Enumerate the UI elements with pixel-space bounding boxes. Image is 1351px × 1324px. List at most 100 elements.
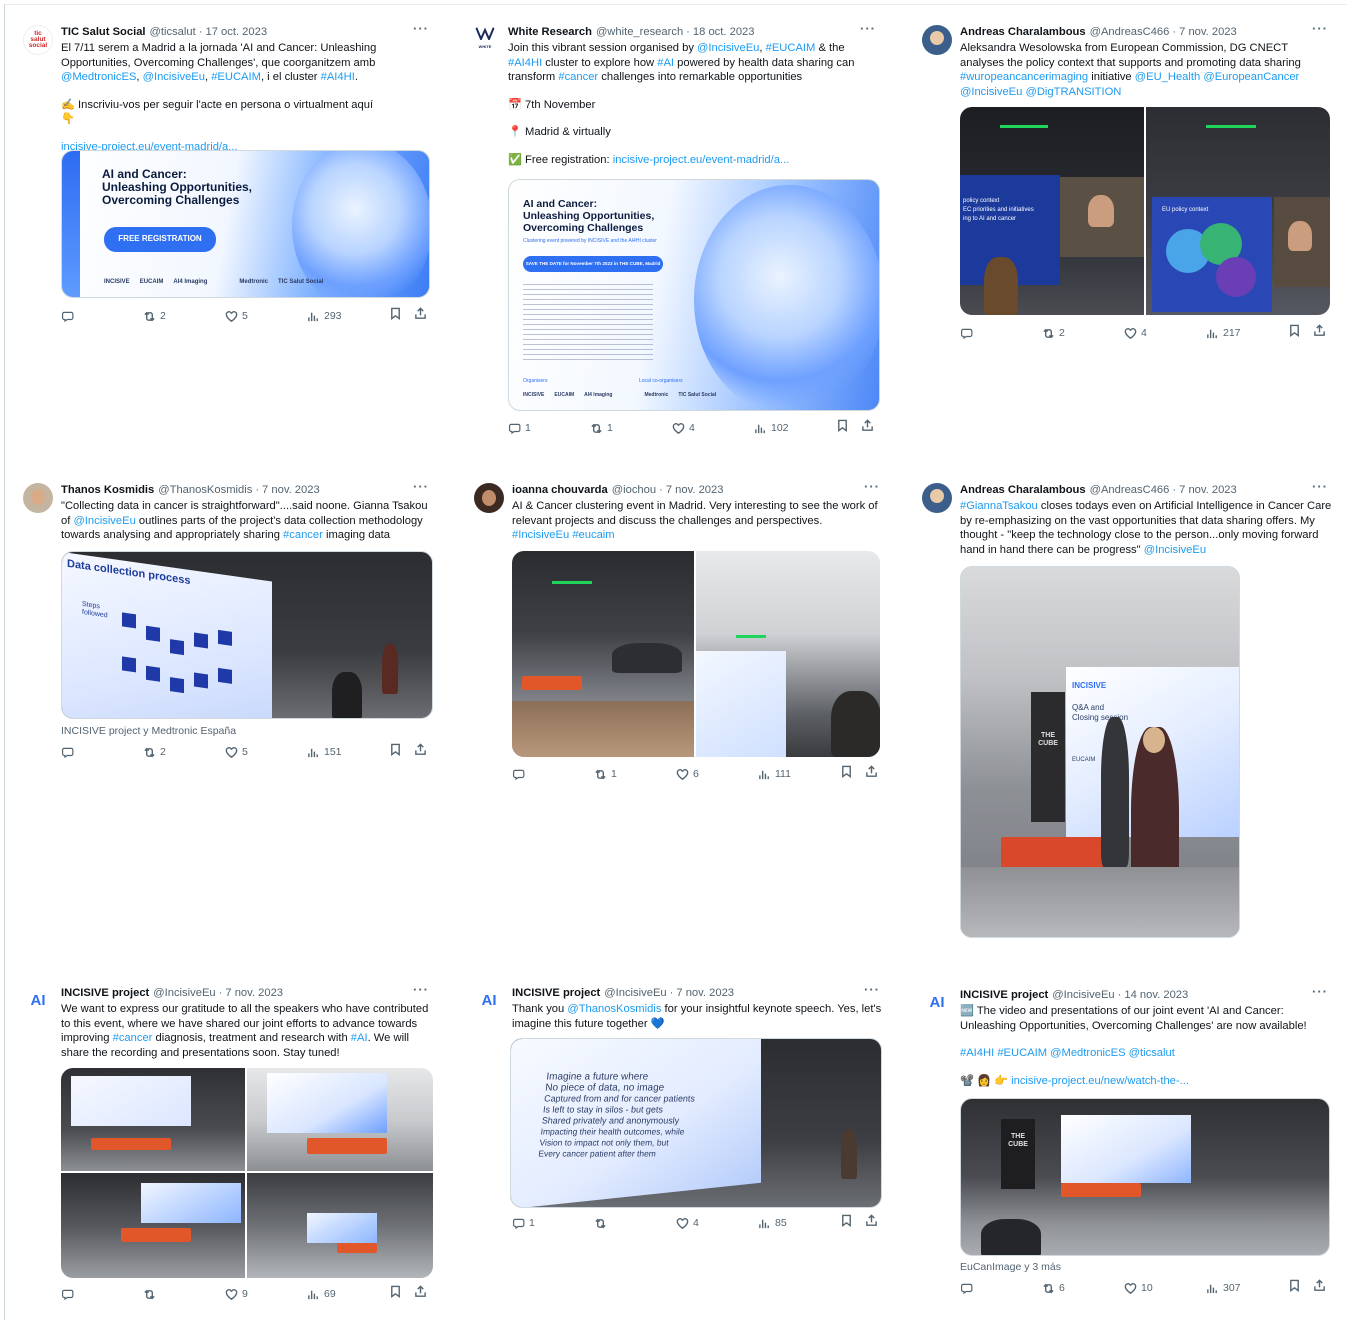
photo-grid[interactable]: [61, 1068, 433, 1278]
avatar[interactable]: [922, 483, 952, 513]
inline-link[interactable]: @IncisiveEu: [143, 71, 205, 83]
inline-link[interactable]: @MedtronicES: [61, 71, 136, 83]
avatar[interactable]: AI: [23, 986, 53, 1016]
reply-button[interactable]: [61, 310, 143, 323]
tweet-incisive-gratitude[interactable]: AI INCISIVE project @IncisiveEu · 7 nov.…: [23, 982, 433, 1306]
avatar[interactable]: AI: [922, 988, 952, 1018]
reply-button[interactable]: 1: [512, 1216, 594, 1231]
more-icon[interactable]: ···: [1312, 21, 1328, 37]
photo-tags-caption[interactable]: INCISIVE project y Medtronic España: [61, 724, 236, 739]
inline-link[interactable]: #cancer: [113, 1032, 153, 1044]
tweet-andreas-policy[interactable]: Andreas Charalambous @AndreasC466 · 7 no…: [922, 21, 1332, 345]
bookmark-button[interactable]: [389, 307, 402, 325]
inline-link[interactable]: #AI4HI: [960, 1047, 994, 1059]
inline-link[interactable]: @EU_Health: [1135, 71, 1200, 83]
reply-button[interactable]: [61, 746, 143, 759]
conference-photo-left[interactable]: [512, 551, 694, 757]
photo-tags-caption[interactable]: EuCanImage y 3 más: [960, 1260, 1061, 1275]
author-handle[interactable]: @ThanosKosmidis: [158, 483, 252, 498]
inline-link[interactable]: #AI4HI: [508, 57, 542, 69]
bookmark-button[interactable]: [389, 743, 402, 761]
more-icon[interactable]: ···: [864, 982, 880, 998]
conference-photo[interactable]: Imagine a future where No piece of data,…: [510, 1038, 882, 1208]
inline-link[interactable]: #AI: [351, 1032, 368, 1044]
author-handle[interactable]: @IncisiveEu: [153, 986, 215, 1001]
author-name[interactable]: White Research: [508, 25, 592, 40]
more-icon[interactable]: ···: [413, 21, 429, 37]
reply-button[interactable]: [61, 1288, 143, 1301]
tweet-date[interactable]: 7 nov. 2023: [1179, 483, 1237, 498]
retweet-button[interactable]: 1: [590, 421, 672, 436]
inline-link[interactable]: #eucaim: [572, 529, 614, 541]
author-handle[interactable]: @ticsalut: [150, 25, 196, 40]
author-handle[interactable]: @AndreasC466: [1090, 25, 1170, 40]
reply-button[interactable]: [512, 768, 594, 781]
inline-link[interactable]: @IncisiveEu: [73, 515, 135, 527]
share-button[interactable]: [865, 1214, 878, 1232]
views-button[interactable]: 102: [754, 421, 836, 436]
more-icon[interactable]: ···: [413, 982, 429, 998]
inline-link[interactable]: @MedtronicES: [1050, 1047, 1125, 1059]
retweet-button[interactable]: 2: [1042, 326, 1124, 341]
author-name[interactable]: Andreas Charalambous: [960, 483, 1086, 498]
tweet-date[interactable]: 17 oct. 2023: [205, 25, 267, 40]
inline-link[interactable]: incisive-project.eu/event-madrid/a...: [613, 154, 790, 166]
retweet-button[interactable]: 6: [1042, 1281, 1124, 1296]
reply-button[interactable]: [960, 327, 1042, 340]
views-button[interactable]: 293: [307, 309, 389, 324]
retweet-button[interactable]: 1: [594, 767, 676, 782]
conference-photo-right[interactable]: EU policy context: [1146, 107, 1330, 315]
views-button[interactable]: 85: [758, 1216, 840, 1231]
author-name[interactable]: INCISIVE project: [512, 986, 600, 1001]
event-poster-card[interactable]: AI and Cancer: Unleashing Opportunities,…: [508, 179, 880, 411]
retweet-button[interactable]: [143, 1288, 225, 1301]
tweet-thanos-data-collection[interactable]: Thanos Kosmidis @ThanosKosmidis · 7 nov.…: [23, 479, 433, 783]
conference-photo-4[interactable]: [247, 1173, 433, 1278]
inline-link[interactable]: #EUCAIM: [766, 42, 816, 54]
author-handle[interactable]: @IncisiveEu: [1052, 988, 1114, 1003]
views-button[interactable]: 111: [758, 767, 840, 782]
author-handle[interactable]: @AndreasC466: [1090, 483, 1170, 498]
inline-link[interactable]: #GiannaTsakou: [960, 500, 1038, 512]
share-button[interactable]: [414, 307, 427, 325]
tweet-date[interactable]: 7 nov. 2023: [225, 986, 283, 1001]
tweet-date[interactable]: 7 nov. 2023: [666, 483, 724, 498]
avatar[interactable]: WHITE: [470, 25, 500, 55]
share-button[interactable]: [865, 765, 878, 783]
bookmark-button[interactable]: [840, 1214, 853, 1232]
views-button[interactable]: 151: [307, 745, 389, 760]
conference-photo-3[interactable]: [61, 1173, 245, 1278]
inline-link[interactable]: #AI: [657, 57, 674, 69]
reply-button[interactable]: 1: [508, 421, 590, 436]
tweet-ticsalut[interactable]: tic salut social TIC Salut Social @ticsalu…: [23, 21, 433, 325]
avatar[interactable]: AI: [474, 986, 504, 1016]
inline-link[interactable]: @IncisiveEu: [1144, 544, 1206, 556]
tweet-date[interactable]: 7 nov. 2023: [676, 986, 734, 1001]
event-poster-card[interactable]: AI and Cancer: Unleashing Opportunities,…: [61, 150, 430, 298]
inline-link[interactable]: #EUCAIM: [211, 71, 261, 83]
like-button[interactable]: 9: [225, 1287, 307, 1302]
share-button[interactable]: [861, 419, 874, 437]
author-name[interactable]: INCISIVE project: [960, 988, 1048, 1003]
inline-link[interactable]: #cancer: [558, 71, 598, 83]
tweet-date[interactable]: 18 oct. 2023: [693, 25, 755, 40]
tweet-ioanna-event[interactable]: ioanna chouvarda @iochou · 7 nov. 2023 ·…: [474, 479, 884, 783]
inline-link[interactable]: #AI4HI: [321, 71, 355, 83]
conference-photo-1[interactable]: [61, 1068, 245, 1171]
author-name[interactable]: Thanos Kosmidis: [61, 483, 154, 498]
avatar[interactable]: tic salut social: [23, 25, 53, 55]
author-name[interactable]: Andreas Charalambous: [960, 25, 1086, 40]
inline-link[interactable]: @IncisiveEu: [960, 86, 1022, 98]
more-icon[interactable]: ···: [1312, 984, 1328, 1000]
author-handle[interactable]: @iochou: [612, 483, 656, 498]
photo-grid[interactable]: [512, 551, 880, 757]
save-the-date-button[interactable]: SAVE THE DATE for November 7th 2023 in T…: [523, 256, 663, 272]
like-button[interactable]: 4: [676, 1216, 758, 1231]
tweet-incisive-keynote[interactable]: AI INCISIVE project @IncisiveEu · 7 nov.…: [474, 982, 884, 1246]
inline-link[interactable]: #wuropeancancerimaging: [960, 71, 1088, 83]
like-button[interactable]: 5: [225, 745, 307, 760]
avatar[interactable]: [922, 25, 952, 55]
author-name[interactable]: TIC Salut Social: [61, 25, 146, 40]
more-icon[interactable]: ···: [1312, 479, 1328, 495]
inline-link[interactable]: @ticsalut: [1129, 1047, 1175, 1059]
